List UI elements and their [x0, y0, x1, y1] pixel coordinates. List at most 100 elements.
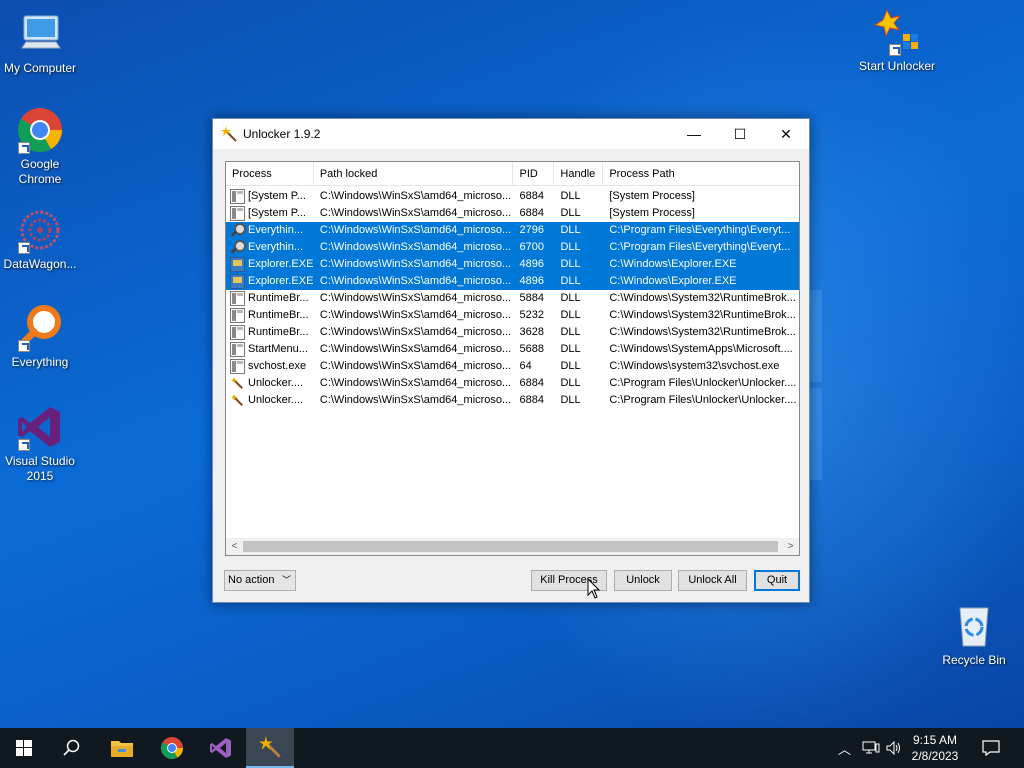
column-header-path-locked[interactable]: Path locked	[314, 162, 514, 185]
cell-path-locked: C:\Windows\WinSxS\amd64_microso...	[319, 309, 512, 321]
cell-pid: 64	[519, 360, 532, 372]
chrome-icon	[161, 737, 183, 759]
magnifier-icon	[230, 223, 246, 238]
cell-process: Unlocker....	[226, 375, 314, 392]
desktop-icon-start-unlocker[interactable]: Start Unlocker	[856, 8, 938, 74]
wand-icon	[230, 392, 245, 408]
notification-icon[interactable]	[982, 728, 1000, 768]
cell-pid: 6884	[519, 377, 544, 389]
cell-text: Everythin...	[248, 224, 304, 236]
table-row[interactable]: StartMenu... C:\Windows\WinSxS\amd64_micr…	[226, 341, 799, 358]
cell-process-path: [System Process]	[609, 190, 695, 202]
visual-studio-icon	[210, 738, 231, 758]
table-row[interactable]: Unlocker.... C:\Windows\WinSxS\amd64_micr…	[226, 375, 799, 392]
search-button[interactable]	[48, 728, 96, 768]
clock-date: 2/8/2023	[911, 749, 959, 763]
cell-path-locked: C:\Windows\WinSxS\amd64_microso...	[319, 275, 512, 287]
cell-process-path: C:\Program Files\Unlocker\Unlocker....	[609, 377, 797, 389]
scroll-left-arrow-icon[interactable]: <	[226, 538, 243, 555]
close-button[interactable]: ✕	[763, 119, 809, 149]
column-header-pid[interactable]: PID	[513, 162, 555, 185]
table-row[interactable]: Explorer.EXE C:\Windows\WinSxS\amd64_micr…	[226, 256, 799, 273]
process-icon	[230, 325, 245, 340]
table-row[interactable]: svchost.exe C:\Windows\WinSxS\amd64_micro…	[226, 358, 799, 375]
desktop-icon-datawagon[interactable]: DataWagon...	[0, 206, 80, 272]
cell-process: Explorer.EXE	[226, 256, 314, 273]
folder-icon	[111, 741, 133, 757]
tray-chevron-icon[interactable]: ︿	[838, 728, 851, 768]
cell-path-locked: C:\Windows\WinSxS\amd64_microso...	[319, 394, 512, 406]
desktop-icon-everything[interactable]: Everything	[0, 304, 80, 370]
cell-process: svchost.exe	[226, 358, 314, 375]
cell-pid: 2796	[519, 224, 544, 236]
column-header-handle[interactable]: Handle	[554, 162, 604, 185]
desktop-icon-label: Start Unlocker	[858, 59, 936, 73]
cell-text: [System P...	[248, 190, 306, 202]
search-icon	[63, 739, 80, 756]
cell-process-path: C:\Windows\Explorer.EXE	[609, 258, 737, 270]
desktop-icon-google-chrome[interactable]: Google Chrome	[0, 106, 80, 187]
cell-process: RuntimeBr...	[226, 324, 314, 341]
column-header-process-path[interactable]: Process Path	[603, 162, 799, 185]
table-row[interactable]: RuntimeBr... C:\Windows\WinSxS\amd64_micr…	[226, 290, 799, 307]
cell-process-path: C:\Windows\System32\RuntimeBrok...	[609, 292, 796, 304]
desktop-icon-label: Visual Studio 2015	[5, 454, 75, 483]
action-select[interactable]: No action ﹀	[224, 570, 296, 591]
taskbar-unlocker[interactable]	[246, 728, 294, 768]
taskbar-chrome[interactable]	[148, 728, 196, 768]
start-button[interactable]	[0, 728, 48, 768]
quit-button[interactable]: Quit	[754, 570, 800, 591]
desktop-icon-my-computer[interactable]: My Computer	[0, 10, 80, 76]
desktop-icon-recycle-bin[interactable]: Recycle Bin	[934, 602, 1014, 668]
cell-path-locked: C:\Windows\WinSxS\amd64_microso...	[319, 326, 512, 338]
table-row[interactable]: [System P... C:\Windows\WinSxS\amd64_micr…	[226, 205, 799, 222]
wallpaper-pane	[808, 388, 822, 480]
cell-pid: 6700	[519, 241, 544, 253]
shortcut-arrow-icon	[18, 242, 30, 254]
process-list[interactable]: Process Path locked PID Handle Process P…	[225, 161, 800, 556]
list-rows: [System P... C:\Windows\WinSxS\amd64_micr…	[226, 188, 799, 409]
minimize-button[interactable]: —	[671, 119, 717, 149]
unlocker-shield-icon	[873, 8, 921, 56]
cell-pid: 5232	[519, 309, 544, 321]
taskbar-file-explorer[interactable]	[98, 728, 146, 768]
desktop-icon-visual-studio[interactable]: Visual Studio 2015	[0, 403, 80, 484]
network-icon[interactable]	[862, 728, 880, 768]
cell-pid: 6884	[519, 190, 544, 202]
windows-logo-icon	[16, 740, 32, 756]
desktop-icon-label: Everything	[11, 355, 69, 369]
explorer-icon	[230, 274, 245, 289]
cell-path-locked: C:\Windows\WinSxS\amd64_microso...	[319, 343, 512, 355]
horizontal-scrollbar[interactable]: < >	[226, 538, 799, 555]
process-icon	[230, 206, 245, 221]
unlock-all-button[interactable]: Unlock All	[678, 570, 747, 591]
table-row[interactable]: Everythin... C:\Windows\WinSxS\amd64_micr…	[226, 239, 799, 256]
title-bar[interactable]: Unlocker 1.9.2 — ☐ ✕	[213, 119, 809, 149]
table-row[interactable]: Explorer.EXE C:\Windows\WinSxS\amd64_micr…	[226, 273, 799, 290]
wand-icon	[221, 126, 237, 142]
table-row[interactable]: RuntimeBr... C:\Windows\WinSxS\amd64_micr…	[226, 307, 799, 324]
cell-path-locked: C:\Windows\WinSxS\amd64_microso...	[319, 190, 512, 202]
table-row[interactable]: RuntimeBr... C:\Windows\WinSxS\amd64_micr…	[226, 324, 799, 341]
table-row[interactable]: Everythin... C:\Windows\WinSxS\amd64_micr…	[226, 222, 799, 239]
maximize-button[interactable]: ☐	[717, 119, 763, 149]
unlock-button[interactable]: Unlock	[614, 570, 672, 591]
cell-pid: 5688	[519, 343, 544, 355]
volume-icon[interactable]	[886, 728, 902, 768]
scrollbar-thumb[interactable]	[243, 541, 778, 552]
taskbar-clock[interactable]: 9:15 AM 2/8/2023	[904, 732, 966, 764]
table-row[interactable]: [System P... C:\Windows\WinSxS\amd64_micr…	[226, 188, 799, 205]
cell-pid: 4896	[519, 258, 544, 270]
cell-pid: 6884	[519, 207, 544, 219]
cell-text: RuntimeBr...	[248, 326, 309, 338]
shortcut-arrow-icon	[889, 44, 901, 56]
column-header-process[interactable]: Process	[226, 162, 314, 185]
cell-process-path: C:\Program Files\Everything\Everyt...	[609, 241, 791, 253]
table-row[interactable]: Unlocker.... C:\Windows\WinSxS\amd64_micr…	[226, 392, 799, 409]
cell-process-path: C:\Windows\Explorer.EXE	[609, 275, 737, 287]
cell-text: Unlocker....	[248, 377, 304, 389]
shortcut-arrow-icon	[18, 142, 30, 154]
scroll-right-arrow-icon[interactable]: >	[782, 538, 799, 555]
cell-text: svchost.exe	[248, 360, 307, 372]
taskbar-visual-studio[interactable]	[197, 728, 245, 768]
